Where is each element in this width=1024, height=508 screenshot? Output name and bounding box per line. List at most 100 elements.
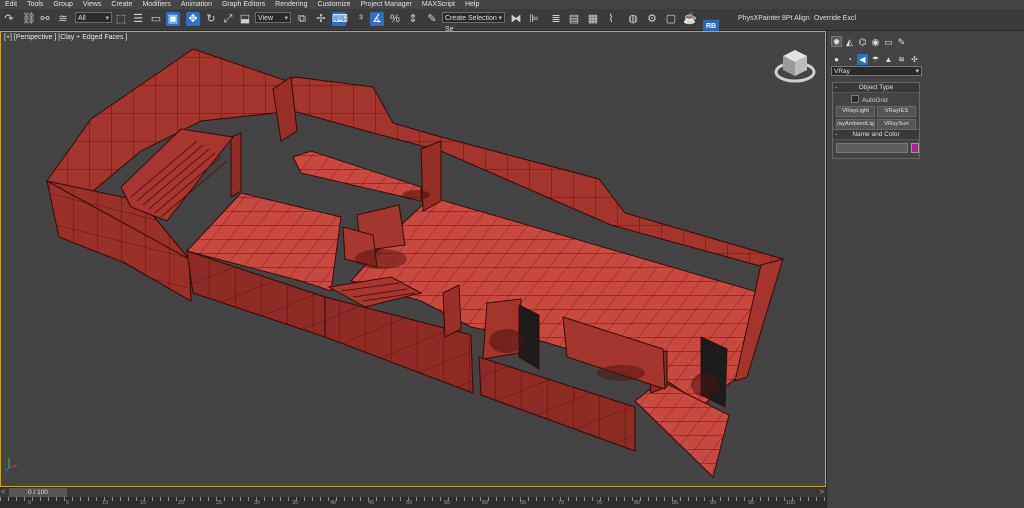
material-editor-icon[interactable]: ◍ (626, 12, 640, 26)
spinner-snap-icon[interactable]: ⇕ (406, 12, 420, 26)
object-type-rollout: - Object Type AutoGrid VRayLight VRayIES … (832, 82, 920, 134)
autogrid-checkbox[interactable]: AutoGrid (833, 93, 919, 104)
main-toolbar: ↷ ⛓ ⚯ ≋ All ⬚ ☰ ▭ ▣ ✥ ↻ ⤢ ⬓ View ⧉ ✢ ⌨ ³… (0, 9, 1024, 34)
menu-modifiers[interactable]: Modifiers (137, 0, 175, 9)
tick-label: 80 (634, 500, 641, 506)
8pt-align-button[interactable]: 8Pt Align (782, 15, 810, 22)
track-bar[interactable]: 0 5 10 15 20 25 30 35 40 45 50 55 60 65 … (0, 497, 826, 508)
object-type-header[interactable]: - Object Type (833, 83, 919, 93)
command-panel: ✹◭⌬◉▭✎ ●◔◀☂▲≋✣ VRay -Object Type AutoGri… (826, 31, 1024, 508)
menu-group[interactable]: Group (48, 0, 77, 9)
geometry-icon[interactable]: ● (831, 54, 842, 65)
select-by-name-icon[interactable]: ☰ (131, 12, 145, 26)
select-and-manipulate-icon[interactable]: ✢ (314, 12, 328, 26)
tick-label: 30 (254, 500, 261, 506)
select-and-scale-icon[interactable]: ⤢ (221, 12, 235, 26)
motion-tab-icon[interactable]: ◉ (870, 37, 881, 48)
window-crossing-icon[interactable]: ▣ (166, 12, 180, 26)
tick-label: 40 (330, 500, 337, 506)
time-slider-next-icon[interactable]: > (820, 488, 824, 497)
lights-icon[interactable]: ◀ (857, 54, 868, 65)
autogrid-label: AutoGrid (862, 97, 888, 104)
rectangular-selection-icon[interactable]: ▭ (149, 12, 163, 26)
create-tab-icon[interactable]: ✹ (831, 36, 842, 47)
select-and-link-icon[interactable]: ⛓ (22, 12, 36, 26)
menu-tools[interactable]: Tools (22, 0, 48, 9)
snaps-toggle-icon[interactable]: ³ (354, 12, 368, 26)
object-color-swatch[interactable] (911, 143, 919, 153)
unlink-icon[interactable]: ⚯ (38, 12, 52, 26)
light-category-dropdown[interactable]: VRay (831, 66, 922, 77)
tick-label: 75 (596, 500, 603, 506)
select-and-rotate-icon[interactable]: ↻ (204, 12, 218, 26)
bind-to-space-warp-icon[interactable]: ≋ (56, 12, 70, 26)
name-and-color-header[interactable]: - Name and Color (833, 130, 919, 140)
menu-animation[interactable]: Animation (176, 0, 217, 9)
display-tab-icon[interactable]: ▭ (883, 37, 894, 48)
time-slider[interactable]: < 0 / 100 > (0, 487, 826, 497)
render-production-icon[interactable]: ☕ (683, 12, 697, 26)
override-exclude-button[interactable]: Override Excl (814, 15, 856, 22)
object-type-title: Object Type (858, 84, 894, 91)
track-bar-ticks (0, 497, 826, 508)
menu-help[interactable]: Help (460, 0, 484, 9)
redo-icon[interactable]: ↷ (2, 12, 16, 26)
menu-customize[interactable]: Customize (312, 0, 355, 9)
modify-tab-icon[interactable]: ◭ (844, 37, 855, 48)
menu-project-manager[interactable]: Project Manager (356, 0, 417, 9)
hierarchy-tab-icon[interactable]: ⌬ (857, 37, 868, 48)
curve-editor-icon[interactable]: ⌇ (604, 12, 618, 26)
percent-snap-icon[interactable]: % (388, 12, 402, 26)
menu-bar: Edit Tools Group Views Create Modifiers Animat… (0, 0, 1024, 9)
time-slider-prev-icon[interactable]: < (1, 488, 5, 497)
rendered-frame-window-icon[interactable]: ▢ (664, 12, 678, 26)
menu-maxscript[interactable]: MAXScript (417, 0, 460, 9)
vraylight-button[interactable]: VRayLight (836, 106, 875, 117)
named-selection-sets-dropdown[interactable]: Create Selection Se (442, 12, 505, 33)
vrayies-button[interactable]: VRayIES (877, 106, 916, 117)
tick-label: 100 (786, 500, 796, 506)
select-object-icon[interactable]: ⬚ (114, 12, 128, 26)
layer-manager-icon[interactable]: ≣ (549, 12, 563, 26)
tick-label: 0 (28, 500, 32, 506)
menu-views[interactable]: Views (78, 0, 107, 9)
pivot-center-icon[interactable]: ⧉ (295, 12, 309, 26)
tick-label: 60 (482, 500, 489, 506)
selection-filter-dropdown[interactable]: All (75, 12, 112, 24)
physx-painter-button[interactable]: PhysXPainter (738, 15, 780, 22)
autogrid-box[interactable] (851, 95, 859, 103)
tick-label: 15 (140, 500, 147, 506)
scene-explorer-icon[interactable]: ▤ (567, 12, 581, 26)
time-slider-handle[interactable]: 0 / 100 (9, 488, 67, 497)
tick-label: 85 (672, 500, 679, 506)
angle-snap-icon[interactable]: ∡ (370, 12, 384, 26)
shapes-icon[interactable]: ◔ (844, 54, 855, 65)
create-category-bar: ● ◔ ◀ ☂ ▲ ≋ ✣ (831, 49, 922, 65)
systems-icon[interactable]: ✣ (909, 54, 920, 65)
select-and-place-icon[interactable]: ⬓ (238, 12, 252, 26)
helpers-icon[interactable]: ▲ (883, 54, 894, 65)
perspective-viewport[interactable]: [+] [Perspective ] [Clay + Edged Faces ] (0, 31, 826, 487)
edit-named-selection-icon[interactable]: ✎ (425, 12, 439, 26)
space-warps-icon[interactable]: ≋ (896, 54, 907, 65)
mirror-icon[interactable]: ⧓ (509, 12, 523, 26)
keyboard-shortcut-override-icon[interactable]: ⌨ (332, 12, 348, 26)
tick-label: 25 (216, 500, 223, 506)
menu-rendering[interactable]: Rendering (270, 0, 312, 9)
house-model[interactable] (1, 32, 826, 487)
object-name-field[interactable] (836, 143, 908, 153)
menu-edit[interactable]: Edit (0, 0, 22, 9)
name-row (833, 140, 919, 158)
utilities-tab-icon[interactable]: ✎ (896, 37, 907, 48)
render-setup-icon[interactable]: ⚙ (645, 12, 659, 26)
graphite-ribbon-icon[interactable]: ▦ (586, 12, 600, 26)
tick-label: 90 (710, 500, 717, 506)
reference-coordinate-dropdown[interactable]: View (255, 12, 291, 24)
select-and-move-icon[interactable]: ✥ (186, 12, 200, 26)
cameras-icon[interactable]: ☂ (870, 54, 881, 65)
command-panel-tabs: ✹ ◭ ⌬ ◉ ▭ ✎ (831, 32, 909, 47)
menu-create[interactable]: Create (106, 0, 137, 9)
menu-graph-editors[interactable]: Graph Editors (217, 0, 270, 9)
align-icon[interactable]: ⊫ (527, 12, 541, 26)
name-and-color-title: Name and Color (852, 131, 900, 138)
